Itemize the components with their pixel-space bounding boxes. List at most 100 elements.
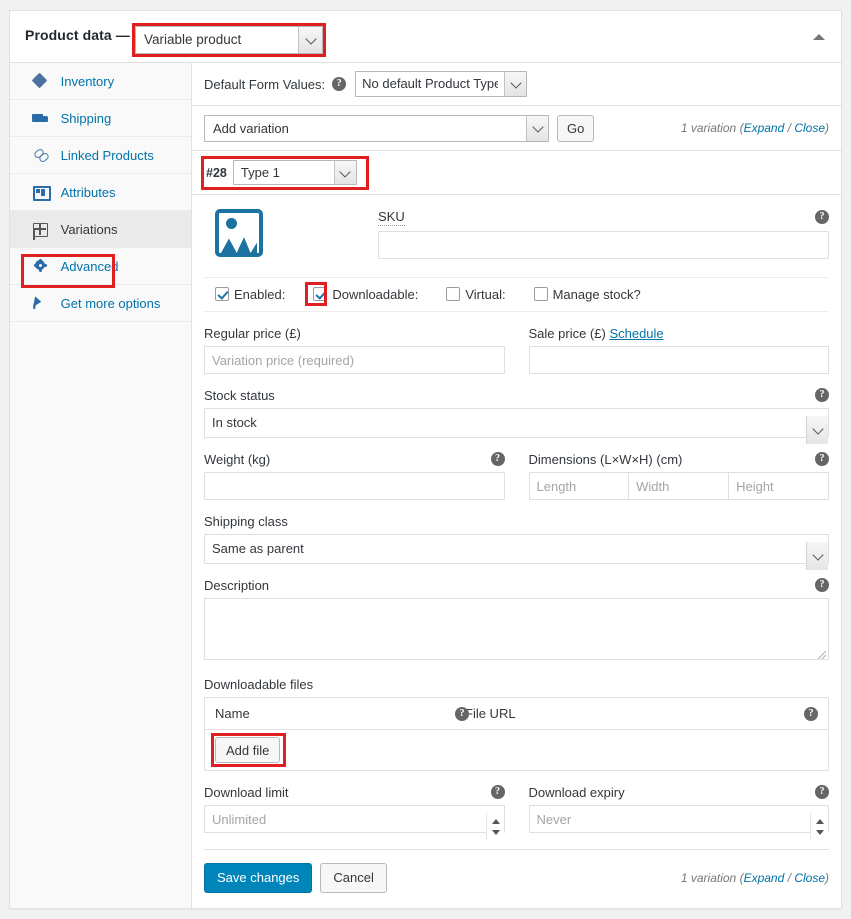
image-placeholder-icon[interactable] (215, 209, 263, 257)
gear-icon (32, 259, 50, 273)
sidebar-item-label: Attributes (61, 174, 116, 211)
link-separator: / (788, 871, 791, 885)
downloadable-checkbox-item[interactable]: Downloadable: (313, 287, 418, 302)
product-type-select[interactable]: Variable product (135, 26, 323, 54)
schedule-link[interactable]: Schedule (609, 326, 663, 341)
stepper-icon[interactable] (810, 813, 828, 841)
go-button[interactable]: Go (557, 115, 594, 142)
regular-price-input[interactable] (204, 346, 505, 374)
sidebar-item-attributes[interactable]: Attributes (10, 174, 191, 211)
sale-price-field: Sale price (£) Schedule (529, 326, 830, 374)
shipping-class-select[interactable]: Same as parent (204, 534, 829, 564)
help-icon[interactable] (491, 452, 505, 466)
checkbox-unchecked-icon[interactable] (446, 287, 460, 301)
description-label: Description (204, 578, 829, 593)
checkbox-checked-icon[interactable] (215, 287, 229, 301)
default-form-values-label: Default Form Values: (204, 77, 325, 92)
grid-icon (32, 222, 50, 236)
dimensions-label: Dimensions (L×W×H) (cm) (529, 452, 830, 467)
expand-link[interactable]: Expand (744, 121, 785, 135)
cancel-button[interactable]: Cancel (320, 863, 386, 893)
close-link[interactable]: Close (794, 871, 825, 885)
expand-link[interactable]: Expand (744, 871, 785, 885)
download-settings-row: Download limit Download expiry (204, 785, 829, 833)
price-row: Regular price (£) Sale price (£) Schedul… (204, 326, 829, 374)
help-icon[interactable] (491, 785, 505, 799)
dimensions-inputs (529, 472, 830, 500)
variation-detail: SKU Enabled: Downloadable: Virtual: (192, 195, 841, 905)
download-expiry-field: Download expiry (529, 785, 830, 833)
variation-count-text: 1 variation (681, 871, 736, 885)
image-and-sku-row: SKU (204, 195, 829, 259)
weight-input[interactable] (204, 472, 505, 500)
add-file-button[interactable]: Add file (215, 737, 280, 763)
stepper-icon[interactable] (486, 813, 504, 841)
help-icon[interactable] (804, 707, 818, 721)
length-input[interactable] (529, 472, 630, 500)
image-mountain-shape (221, 231, 257, 253)
sku-input[interactable] (378, 231, 829, 259)
sidebar-item-label: Variations (61, 211, 118, 248)
sidebar-item-variations[interactable]: Variations (10, 211, 191, 248)
manage-stock-checkbox-item[interactable]: Manage stock? (534, 287, 641, 302)
downloadable-files-section: Downloadable files Name File URL Add fil… (204, 677, 829, 771)
variation-attribute-wrap: Type 1 (233, 160, 357, 185)
rocket-icon (32, 296, 50, 310)
add-variation-row: Add variation Go 1 variation (Expand / C… (192, 106, 841, 151)
virtual-label: Virtual: (465, 287, 505, 302)
link-icon (32, 148, 50, 162)
add-variation-select[interactable]: Add variation (204, 115, 549, 142)
stock-status-label: Stock status (204, 388, 829, 403)
inventory-icon (32, 74, 50, 88)
help-icon[interactable] (815, 785, 829, 799)
checkbox-unchecked-icon[interactable] (534, 287, 548, 301)
enabled-checkbox-item[interactable]: Enabled: (215, 287, 285, 302)
default-product-type-select[interactable]: No default Product Type... (355, 71, 527, 97)
download-limit-wrap (204, 812, 505, 827)
sku-block: SKU (378, 209, 829, 259)
help-icon[interactable] (332, 77, 346, 91)
sidebar-item-inventory[interactable]: Inventory (10, 63, 191, 100)
downloadable-files-table: Name File URL Add file (204, 697, 829, 771)
shipping-class-field: Shipping class Same as parent (204, 514, 829, 564)
sale-price-input[interactable] (529, 346, 830, 374)
download-limit-input[interactable] (204, 805, 505, 833)
help-icon[interactable] (815, 210, 829, 224)
sidebar-item-linked-products[interactable]: Linked Products (10, 137, 191, 174)
attributes-icon (32, 185, 50, 199)
shipping-class-label: Shipping class (204, 514, 829, 529)
help-icon[interactable] (815, 452, 829, 466)
virtual-checkbox-item[interactable]: Virtual: (446, 287, 505, 302)
checkbox-checked-icon[interactable] (313, 287, 327, 301)
download-limit-field: Download limit (204, 785, 505, 833)
save-changes-button[interactable]: Save changes (204, 863, 312, 893)
collapse-panel-toggle[interactable] (811, 29, 827, 45)
sidebar-item-get-more-options[interactable]: Get more options (10, 285, 191, 322)
panel-body: Inventory Shipping Linked Products Attri… (10, 63, 841, 908)
shipping-measure-row: Weight (kg) Dimensions (L×W×H) (cm) (204, 452, 829, 500)
download-expiry-label: Download expiry (529, 785, 830, 800)
stock-status-wrap: In stock (204, 415, 829, 430)
variation-attribute-select[interactable]: Type 1 (233, 160, 357, 185)
sidebar-item-shipping[interactable]: Shipping (10, 100, 191, 137)
sidebar-item-advanced[interactable]: Advanced (10, 248, 191, 285)
download-expiry-input[interactable] (529, 805, 830, 833)
height-input[interactable] (729, 472, 829, 500)
help-icon[interactable] (815, 388, 829, 402)
panel-header: Product data — Variable product (10, 11, 841, 63)
dimensions-field: Dimensions (L×W×H) (cm) (529, 452, 830, 500)
close-link[interactable]: Close (794, 121, 825, 135)
download-expiry-wrap (529, 812, 830, 827)
stock-status-select[interactable]: In stock (204, 408, 829, 438)
description-textarea[interactable] (204, 598, 829, 660)
help-icon[interactable] (815, 578, 829, 592)
sidebar-item-label: Get more options (61, 285, 161, 322)
downloadable-label: Downloadable: (332, 287, 418, 302)
width-input[interactable] (629, 472, 729, 500)
help-icon[interactable] (455, 707, 469, 721)
add-variation-wrap: Add variation (204, 115, 549, 142)
column-header-file-url: File URL (465, 706, 818, 721)
download-limit-label: Download limit (204, 785, 505, 800)
downloadable-files-footer: Add file (205, 730, 828, 770)
product-type-highlight: Variable product (132, 23, 326, 57)
